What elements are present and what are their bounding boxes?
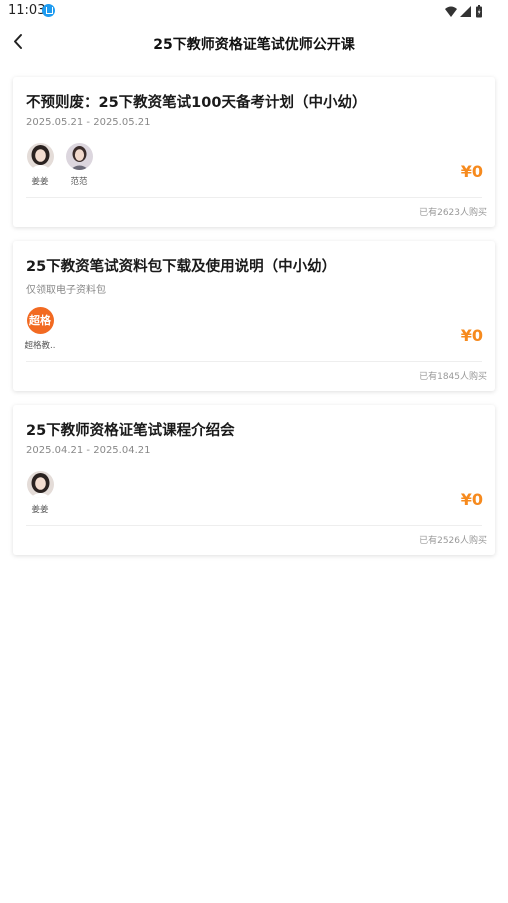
divider	[26, 525, 482, 526]
page-title: 25下教师资格证笔试优师公开课	[153, 37, 355, 53]
course-card[interactable]: 不预则废：25下教资笔试100天备考计划（中小幼） 2025.05.21 - 2…	[13, 77, 495, 227]
course-title: 25下教资笔试资料包下载及使用说明（中小幼）	[26, 259, 337, 275]
status-icons	[444, 4, 488, 18]
teacher: 超格 超格教..	[20, 307, 60, 351]
signal-icon	[460, 6, 471, 17]
buyer-count: 已有2526人购买	[419, 536, 487, 546]
status-bar: 11:03	[0, 0, 508, 22]
course-date: 2025.04.21 - 2025.04.21	[26, 445, 151, 456]
status-time: 11:03	[8, 3, 46, 18]
course-price: ¥0	[460, 490, 483, 509]
battery-icon	[476, 5, 482, 18]
course-card[interactable]: 25下教师资格证笔试课程介绍会 2025.04.21 - 2025.04.21 …	[13, 405, 495, 555]
teacher: 姜姜	[20, 471, 60, 515]
teacher: 范范	[59, 143, 99, 187]
buyer-count: 已有2623人购买	[419, 208, 487, 218]
teacher-name: 范范	[70, 177, 88, 187]
divider	[26, 361, 482, 362]
course-card[interactable]: 25下教资笔试资料包下载及使用说明（中小幼） 仅领取电子资料包 超格 超格教..…	[13, 241, 495, 391]
course-description: 仅领取电子资料包	[26, 285, 106, 296]
nav-bar: 25下教师资格证笔试优师公开课	[0, 22, 508, 64]
download-notification-icon	[42, 4, 55, 17]
teacher-name: 姜姜	[31, 177, 49, 187]
brand-logo-avatar: 超格	[26, 307, 54, 334]
buyer-count: 已有1845人购买	[419, 372, 487, 382]
teacher-avatar	[26, 143, 54, 170]
teacher-avatar	[65, 143, 93, 170]
course-title: 25下教师资格证笔试课程介绍会	[26, 423, 235, 439]
divider	[26, 197, 482, 198]
wifi-icon	[445, 6, 457, 17]
teacher-name: 姜姜	[31, 505, 49, 515]
course-price: ¥0	[460, 162, 483, 181]
teacher-name: 超格教..	[24, 341, 56, 351]
course-date: 2025.05.21 - 2025.05.21	[26, 117, 151, 128]
teacher: 姜姜	[20, 143, 60, 187]
teacher-avatar	[26, 471, 54, 498]
course-price: ¥0	[460, 326, 483, 345]
course-title: 不预则废：25下教资笔试100天备考计划（中小幼）	[26, 95, 367, 111]
